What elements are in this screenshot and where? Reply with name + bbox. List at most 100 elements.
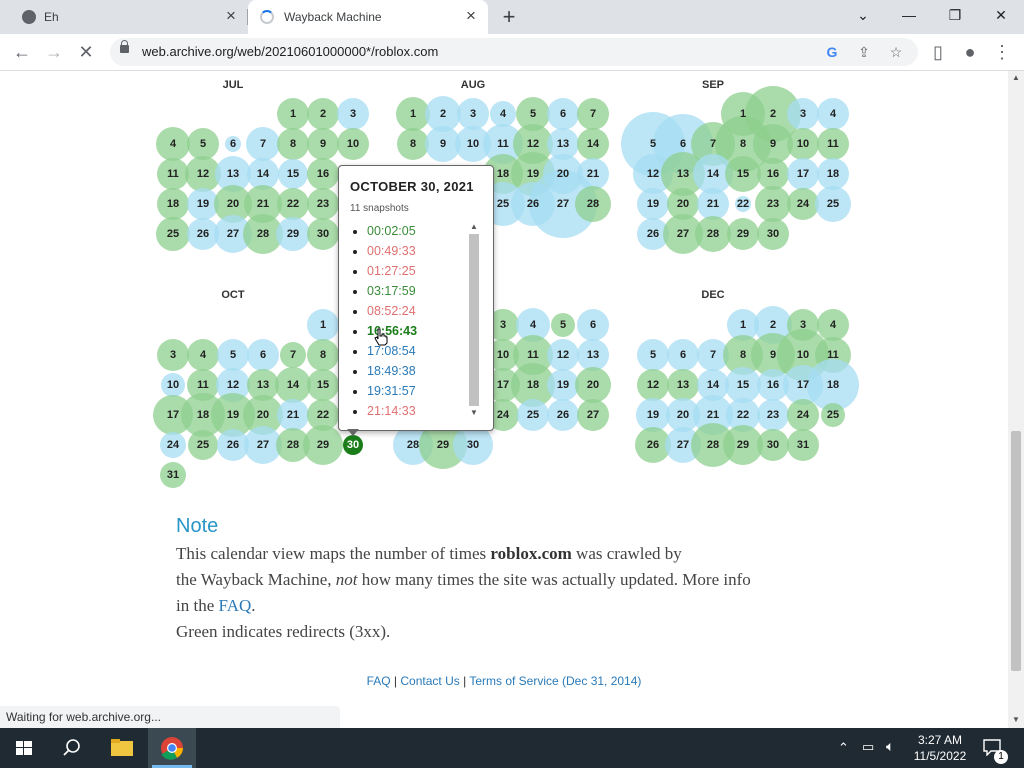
snapshot-time-link[interactable]: 17:08:54 — [353, 344, 416, 358]
calendar-day[interactable]: 8 — [308, 345, 338, 365]
calendar-day[interactable]: 7 — [578, 104, 608, 124]
calendar-day[interactable]: 1 — [308, 315, 338, 335]
calendar-day[interactable]: 28 — [698, 435, 728, 455]
snapshot-time-link[interactable]: 01:27:25 — [353, 264, 416, 278]
profile-avatar-icon[interactable]: ● — [958, 40, 982, 64]
calendar-day[interactable]: 27 — [248, 435, 278, 455]
scroll-down-icon[interactable]: ▼ — [469, 408, 479, 418]
faq-link[interactable]: FAQ — [219, 596, 252, 615]
calendar-day[interactable]: 5 — [638, 134, 668, 154]
footer-terms-link[interactable]: Terms of Service (Dec 31, 2014) — [469, 674, 641, 688]
calendar-day[interactable]: 28 — [698, 224, 728, 244]
calendar-day[interactable]: 29 — [308, 435, 338, 455]
calendar-day[interactable]: 26 — [548, 405, 578, 425]
calendar-day[interactable]: 13 — [578, 345, 608, 365]
calendar-day[interactable]: 1 — [278, 104, 308, 124]
calendar-day[interactable]: 2 — [428, 104, 458, 124]
calendar-day[interactable]: 29 — [278, 224, 308, 244]
calendar-day[interactable]: 20 — [248, 405, 278, 425]
calendar-day[interactable]: 12 — [638, 164, 668, 184]
calendar-day[interactable]: 16 — [758, 375, 788, 395]
calendar-day[interactable]: 5 — [188, 134, 218, 154]
calendar-day[interactable]: 9 — [758, 134, 788, 154]
calendar-day[interactable]: 2 — [758, 104, 788, 124]
calendar-day[interactable]: 6 — [668, 134, 698, 154]
calendar-day[interactable]: 16 — [308, 164, 338, 184]
calendar-day[interactable]: 6 — [248, 345, 278, 365]
calendar-day[interactable]: 25 — [818, 194, 848, 214]
google-lens-icon[interactable]: G — [822, 42, 842, 62]
calendar-day[interactable]: 25 — [188, 435, 218, 455]
calendar-day[interactable]: 27 — [578, 405, 608, 425]
calendar-day[interactable]: 19 — [518, 164, 548, 184]
calendar-day[interactable]: 5 — [548, 315, 578, 335]
clock[interactable]: 3:27 AM 11/5/2022 — [912, 732, 968, 764]
calendar-day[interactable]: 18 — [818, 375, 848, 395]
calendar-day[interactable]: 19 — [218, 405, 248, 425]
address-bar[interactable]: web.archive.org/web/20210601000000*/robl… — [110, 38, 918, 66]
calendar-day[interactable]: 19 — [638, 194, 668, 214]
tab-wayback-machine[interactable]: Wayback Machine × — [248, 0, 488, 34]
calendar-day[interactable]: 20 — [578, 375, 608, 395]
calendar-day[interactable]: 4 — [188, 345, 218, 365]
calendar-day[interactable]: 29 — [728, 224, 758, 244]
calendar-day[interactable]: 5 — [638, 345, 668, 365]
calendar-day[interactable]: 13 — [248, 375, 278, 395]
snapshot-time-link[interactable]: 00:49:33 — [353, 244, 416, 258]
calendar-day[interactable]: 30 — [308, 224, 338, 244]
calendar-day[interactable]: 5 — [218, 345, 248, 365]
calendar-day[interactable]: 7 — [278, 345, 308, 365]
file-explorer-button[interactable] — [98, 728, 146, 768]
search-button[interactable] — [48, 728, 96, 768]
side-panel-icon[interactable]: ▯ — [926, 40, 950, 64]
calendar-day[interactable]: 8 — [728, 134, 758, 154]
calendar-day[interactable]: 10 — [158, 375, 188, 395]
calendar-day[interactable]: 3 — [158, 345, 188, 365]
calendar-day[interactable]: 8 — [728, 345, 758, 365]
calendar-day[interactable]: 23 — [758, 194, 788, 214]
bookmark-star-icon[interactable]: ☆ — [886, 42, 906, 62]
calendar-day[interactable]: 12 — [638, 375, 668, 395]
calendar-day[interactable]: 3 — [458, 104, 488, 124]
calendar-day[interactable]: 20 — [218, 194, 248, 214]
calendar-day[interactable]: 9 — [308, 134, 338, 154]
minimize-button[interactable]: — — [886, 0, 932, 32]
calendar-day[interactable]: 6 — [548, 104, 578, 124]
back-button[interactable]: ← — [10, 40, 34, 64]
calendar-day[interactable]: 29 — [728, 435, 758, 455]
calendar-day[interactable]: 3 — [338, 104, 368, 124]
close-window-button[interactable]: ✕ — [978, 0, 1024, 32]
calendar-day[interactable]: 2 — [758, 315, 788, 335]
page-scroll-thumb[interactable] — [1011, 431, 1021, 671]
lock-icon[interactable] — [120, 40, 129, 53]
calendar-day[interactable]: 26 — [638, 224, 668, 244]
calendar-day[interactable]: 31 — [788, 435, 818, 455]
calendar-day[interactable]: 3 — [788, 104, 818, 124]
calendar-day[interactable]: 27 — [668, 224, 698, 244]
calendar-day[interactable]: 30 — [758, 435, 788, 455]
calendar-day[interactable]: 3 — [788, 315, 818, 335]
volume-icon[interactable]: 🔈︎ — [886, 738, 894, 755]
calendar-day[interactable]: 11 — [818, 134, 848, 154]
calendar-day[interactable]: 10 — [788, 345, 818, 365]
calendar-day[interactable]: 10 — [458, 134, 488, 154]
show-hidden-icons[interactable]: ⌃ — [838, 740, 849, 756]
calendar-day[interactable]: 14 — [698, 164, 728, 184]
page-scrollbar[interactable]: ▲ ▼ — [1008, 71, 1024, 728]
calendar-day[interactable]: 24 — [788, 194, 818, 214]
calendar-day[interactable]: 4 — [518, 315, 548, 335]
close-icon[interactable]: × — [222, 7, 240, 25]
calendar-day[interactable]: 22 — [728, 405, 758, 425]
snapshot-time-link[interactable]: 18:49:38 — [353, 364, 416, 378]
snapshot-time-link[interactable]: 00:02:05 — [353, 224, 416, 238]
calendar-day[interactable]: 21 — [278, 405, 308, 425]
calendar-day[interactable]: 22 — [308, 405, 338, 425]
calendar-day[interactable]: 27 — [218, 224, 248, 244]
calendar-day[interactable]: 31 — [158, 465, 188, 485]
calendar-day[interactable]: 19 — [188, 194, 218, 214]
calendar-day[interactable]: 14 — [578, 134, 608, 154]
calendar-day[interactable]: 7 — [248, 134, 278, 154]
calendar-day[interactable]: 14 — [278, 375, 308, 395]
calendar-day[interactable]: 22 — [728, 194, 758, 214]
calendar-day[interactable]: 1 — [728, 104, 758, 124]
